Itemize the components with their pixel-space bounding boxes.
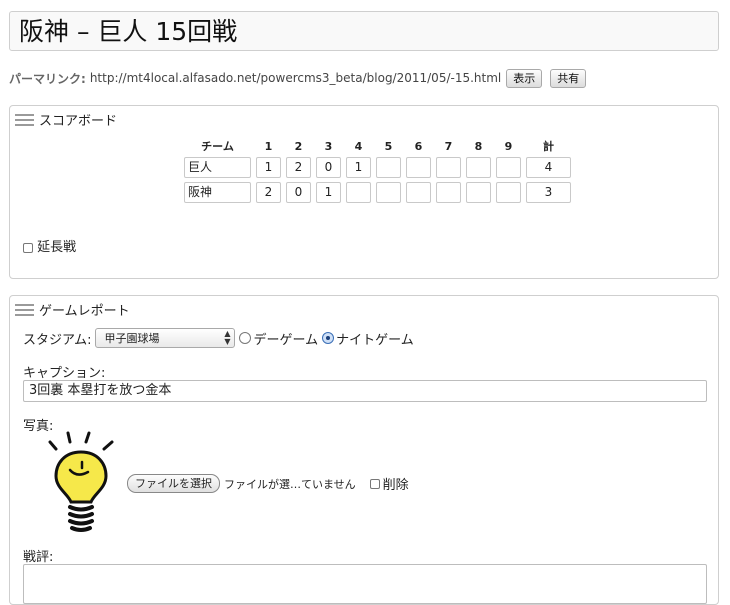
entry-title-field[interactable]: 阪神 – 巨人 15回戦 bbox=[9, 11, 719, 51]
game-report-header: ゲームレポート bbox=[15, 300, 130, 319]
stadium-label: スタジアム: bbox=[23, 332, 92, 348]
total-score-field[interactable]: 4 bbox=[526, 157, 571, 178]
scoreboard-header-row: チーム 1 2 3 4 5 6 7 8 9 計 bbox=[183, 138, 572, 154]
team-name-field[interactable]: 阪神 bbox=[184, 182, 251, 203]
inning-score-field[interactable]: 0 bbox=[316, 157, 341, 178]
column-header: 6 bbox=[414, 139, 423, 153]
inning-score-field[interactable] bbox=[346, 182, 371, 203]
drag-handle-icon[interactable] bbox=[15, 113, 34, 126]
drag-handle-icon[interactable] bbox=[15, 303, 34, 316]
inning-score-field[interactable]: 1 bbox=[346, 157, 371, 178]
review-textarea[interactable] bbox=[23, 564, 707, 604]
day-game-radio[interactable] bbox=[239, 332, 252, 344]
delete-photo-checkbox[interactable] bbox=[369, 478, 380, 489]
inning-score-field[interactable] bbox=[466, 182, 491, 203]
column-header: 4 bbox=[354, 139, 363, 153]
inning-score-field[interactable]: 1 bbox=[316, 182, 341, 203]
scoreboard-panel: スコアボード チーム 1 2 3 4 5 6 7 8 9 計 巨人 1 2 0 … bbox=[9, 105, 719, 279]
column-header: 2 bbox=[294, 139, 303, 153]
permalink-label: パーマリンク: bbox=[9, 71, 86, 86]
select-arrows-icon: ▲ ▼ bbox=[224, 329, 231, 346]
game-report-panel: ゲームレポート スタジアム: 甲子園球場 ▲ ▼ デーゲーム ナイトゲーム キャプ… bbox=[9, 295, 719, 605]
inning-score-field[interactable]: 2 bbox=[286, 157, 311, 178]
inning-score-field[interactable] bbox=[436, 182, 461, 203]
extra-innings-checkbox[interactable] bbox=[23, 242, 33, 253]
table-row: 巨人 1 2 0 1 4 bbox=[183, 156, 572, 179]
choose-file-button[interactable]: ファイルを選択 bbox=[127, 474, 220, 493]
column-header: 7 bbox=[444, 139, 453, 153]
permalink-url: http://mt4local.alfasado.net/powercms3_b… bbox=[89, 71, 502, 85]
extra-innings-label: 延長戦 bbox=[37, 240, 77, 255]
column-header: 計 bbox=[543, 140, 554, 153]
scoreboard-table: チーム 1 2 3 4 5 6 7 8 9 計 巨人 1 2 0 1 4 阪神 … bbox=[180, 136, 575, 206]
stadium-select-value: 甲子園球場 bbox=[104, 332, 160, 345]
column-header: 9 bbox=[504, 139, 513, 153]
column-header: 5 bbox=[384, 139, 393, 153]
inning-score-field[interactable]: 1 bbox=[256, 157, 281, 178]
table-row: 阪神 2 0 1 3 bbox=[183, 181, 572, 204]
review-label: 戦評: bbox=[23, 550, 54, 565]
night-game-label: ナイトゲーム bbox=[336, 332, 414, 348]
game-report-heading: ゲームレポート bbox=[39, 304, 130, 319]
column-header: 1 bbox=[264, 139, 273, 153]
caption-input[interactable]: 3回裏 本塁打を放つ金本 bbox=[23, 380, 707, 402]
inning-score-field[interactable] bbox=[376, 182, 401, 203]
total-score-field[interactable]: 3 bbox=[526, 182, 571, 203]
lightbulb-icon bbox=[48, 431, 114, 532]
share-button[interactable]: 共有 bbox=[550, 68, 587, 88]
scoreboard-heading: スコアボード bbox=[39, 114, 118, 129]
inning-score-field[interactable] bbox=[376, 157, 401, 178]
inning-score-field[interactable] bbox=[436, 157, 461, 178]
column-header: 8 bbox=[474, 139, 483, 153]
delete-photo-label: 削除 bbox=[382, 478, 409, 493]
day-game-label: デーゲーム bbox=[253, 332, 319, 348]
stadium-row: スタジアム: 甲子園球場 ▲ ▼ デーゲーム ナイトゲーム bbox=[23, 328, 414, 348]
night-game-radio[interactable] bbox=[322, 332, 335, 344]
stadium-select[interactable]: 甲子園球場 ▲ ▼ bbox=[95, 328, 236, 348]
view-button[interactable]: 表示 bbox=[506, 68, 543, 88]
permalink-bar: パーマリンク: http://mt4local.alfasado.net/pow… bbox=[9, 68, 587, 88]
inning-score-field[interactable] bbox=[496, 182, 521, 203]
file-status-text: ファイルが選…ていません bbox=[224, 477, 356, 491]
extra-innings-row: 延長戦 bbox=[23, 236, 76, 255]
scoreboard-header: スコアボード bbox=[15, 110, 117, 129]
column-header: チーム bbox=[201, 140, 234, 153]
inning-score-field[interactable] bbox=[466, 157, 491, 178]
team-name-field[interactable]: 巨人 bbox=[184, 157, 251, 178]
caption-label: キャプション: bbox=[23, 366, 106, 381]
column-header: 3 bbox=[324, 139, 333, 153]
inning-score-field[interactable]: 0 bbox=[286, 182, 311, 203]
photo-file-row: ファイルを選択 ファイルが選…ていません 削除 bbox=[127, 474, 409, 493]
inning-score-field[interactable]: 2 bbox=[256, 182, 281, 203]
inning-score-field[interactable] bbox=[406, 182, 431, 203]
inning-score-field[interactable] bbox=[406, 157, 431, 178]
inning-score-field[interactable] bbox=[496, 157, 521, 178]
